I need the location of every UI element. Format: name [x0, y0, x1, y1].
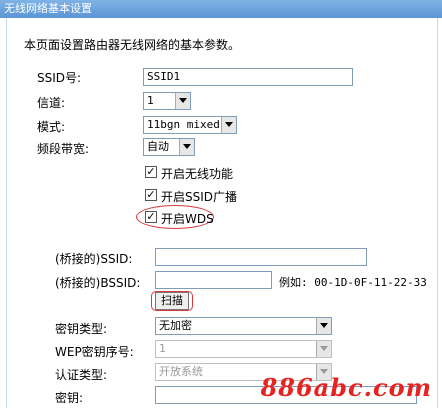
wep-index-label: WEP密钥序号:: [55, 345, 134, 359]
wep-index-value: 1: [159, 342, 166, 355]
auth-type-value: 开放系统: [159, 365, 203, 378]
key-type-label: 密钥类型:: [55, 322, 108, 336]
mode-label: 模式:: [37, 120, 66, 134]
enable-wireless-label: 开启无线功能: [161, 167, 234, 181]
auth-type-label: 认证类型:: [55, 368, 108, 382]
key-label: 密钥:: [55, 391, 84, 405]
mode-select[interactable]: 11bgn mixed: [143, 116, 237, 134]
page-description: 本页面设置路由器无线网络的基本参数。: [24, 38, 241, 52]
chevron-down-icon[interactable]: [175, 93, 190, 109]
ssid-broadcast-label: 开启SSID广播: [161, 190, 238, 204]
enable-wireless-checkbox[interactable]: ✓: [145, 166, 157, 178]
ssid-broadcast-checkbox[interactable]: ✓: [145, 189, 157, 201]
key-type-value: 无加密: [159, 319, 192, 332]
ssid-input[interactable]: SSID1: [143, 68, 353, 86]
mode-value: 11bgn mixed: [147, 118, 220, 131]
bridge-bssid-input[interactable]: [155, 271, 272, 289]
channel-select[interactable]: 1: [143, 92, 191, 110]
bridge-bssid-label: (桥接的)BSSID:: [55, 276, 141, 290]
bandwidth-value: 自动: [147, 140, 169, 153]
chevron-down-icon[interactable]: [316, 318, 331, 334]
chevron-down-icon[interactable]: [221, 117, 236, 133]
bridge-ssid-label: (桥接的)SSID:: [55, 252, 133, 266]
bandwidth-label: 频段带宽:: [37, 142, 90, 156]
wds-checkbox[interactable]: ✓: [145, 211, 157, 223]
key-type-select[interactable]: 无加密: [155, 317, 332, 335]
channel-value: 1: [147, 94, 154, 107]
wep-index-select[interactable]: 1: [155, 340, 332, 358]
chevron-down-icon[interactable]: [179, 139, 194, 155]
scan-button[interactable]: 扫描: [155, 292, 189, 310]
ssid-label: SSID号:: [37, 71, 82, 85]
channel-label: 信道:: [37, 96, 66, 110]
site-watermark: 886abc.com: [260, 373, 432, 402]
bssid-example: 例如: 00-1D-0F-11-22-33: [279, 276, 427, 289]
bridge-ssid-input[interactable]: [155, 248, 367, 266]
window-title: 无线网络基本设置: [0, 0, 442, 18]
bandwidth-select[interactable]: 自动: [143, 138, 195, 156]
wds-label: 开启WDS: [161, 212, 214, 226]
chevron-down-icon: [316, 341, 331, 357]
